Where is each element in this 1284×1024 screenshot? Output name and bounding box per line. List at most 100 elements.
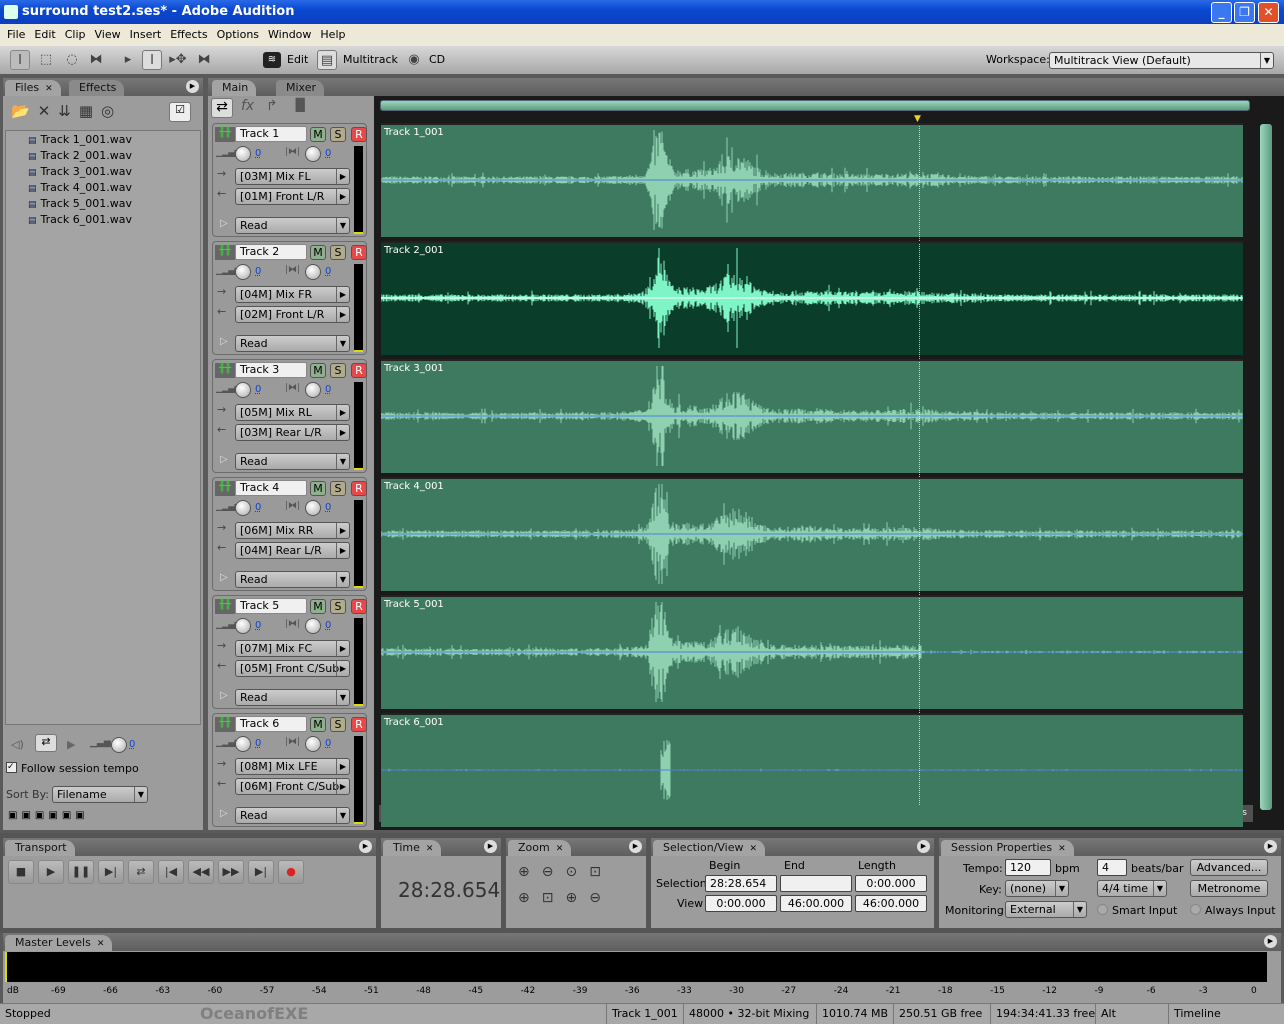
volume-value[interactable]: 0 [255, 384, 261, 395]
expand-automation-icon[interactable]: ▷ [220, 218, 228, 229]
volume-knob[interactable] [235, 146, 251, 162]
track-output-dropdown[interactable]: [03M] Rear L/R ▶ [235, 424, 350, 441]
zoom-out-vertical-icon[interactable]: ⊖ [589, 890, 613, 906]
workspace-dropdown[interactable]: Multitrack View (Default) ▼ [1049, 52, 1274, 69]
pan-knob[interactable] [305, 500, 321, 516]
mute-button[interactable]: M [310, 717, 326, 732]
volume-knob[interactable] [235, 264, 251, 280]
inputs-outputs-icon[interactable]: ⇄ [211, 98, 233, 118]
tab-transport[interactable]: Transport [5, 840, 75, 856]
track-input-dropdown[interactable]: [08M] Mix LFE ▶ [235, 758, 350, 775]
selection-begin-field[interactable]: 28:28.654 [705, 875, 777, 892]
always-input-radio[interactable] [1190, 904, 1201, 915]
track-input-dropdown[interactable]: [03M] Mix FL ▶ [235, 168, 350, 185]
play-from-cursor-button[interactable]: ▶| [98, 860, 124, 884]
vertical-scrollbar[interactable] [1260, 124, 1272, 810]
edit-view-icon[interactable]: ≋ [263, 52, 281, 68]
zoom-out-horizontal-icon[interactable]: ⊖ [542, 864, 566, 880]
zoom-left-icon[interactable]: ⊕ [518, 890, 542, 906]
scrub-tool-icon[interactable]: ⧓ [86, 50, 106, 70]
menu-view[interactable]: View [93, 28, 123, 41]
open-file-icon[interactable]: 📂 [11, 102, 38, 120]
solo-button[interactable]: S [330, 717, 346, 732]
panel-menu-icon[interactable]: ▶ [629, 840, 642, 853]
menu-file[interactable]: File [5, 28, 27, 41]
zoom-full-icon[interactable]: ⊙ [565, 864, 589, 880]
track-output-dropdown[interactable]: [06M] Front C/Sub ▶ [235, 778, 350, 795]
view-length-field[interactable]: 46:00.000 [855, 895, 927, 912]
tab-time[interactable]: Time ✕ [383, 840, 442, 856]
smart-input-radio[interactable] [1097, 904, 1108, 915]
time-signature-dropdown[interactable]: 4/4 time ▼ [1097, 880, 1167, 897]
expand-automation-icon[interactable]: ▷ [220, 808, 228, 819]
filter-midi-icon[interactable]: ▣ [48, 810, 61, 821]
mute-button[interactable]: M [310, 599, 326, 614]
solo-button[interactable]: S [330, 363, 346, 378]
track-clip-lane[interactable]: Track 5_001 [381, 595, 1243, 709]
track-output-dropdown[interactable]: [04M] Rear L/R ▶ [235, 542, 350, 559]
track-input-dropdown[interactable]: [07M] Mix FC ▶ [235, 640, 350, 657]
record-button[interactable]: R [351, 599, 367, 614]
expand-automation-icon[interactable]: ▷ [220, 454, 228, 465]
expand-automation-icon[interactable]: ▷ [220, 572, 228, 583]
close-icon[interactable]: ✕ [97, 939, 105, 949]
file-list-item[interactable]: ▤ Track 1_001.wav [28, 133, 132, 146]
pan-knob[interactable] [305, 382, 321, 398]
filter-loop-icon[interactable]: ▣ [21, 810, 34, 821]
record-button[interactable]: R [351, 127, 367, 142]
solo-button[interactable]: S [330, 245, 346, 260]
filter-audio-icon[interactable]: ▣ [8, 810, 21, 821]
insert-multitrack-icon[interactable]: ⇊ [58, 102, 79, 120]
hybrid-tool-icon[interactable]: I [10, 50, 30, 70]
tab-effects[interactable]: Effects [69, 80, 125, 96]
volume-knob[interactable] [235, 382, 251, 398]
track-clip-lane[interactable]: Track 1_001 [381, 123, 1243, 237]
sends-icon[interactable]: ↱ [266, 98, 278, 114]
menu-clip[interactable]: Clip [63, 28, 88, 41]
pan-value[interactable]: 0 [325, 620, 331, 631]
track-input-dropdown[interactable]: [06M] Mix RR ▶ [235, 522, 350, 539]
horizontal-scroll-overview[interactable] [380, 100, 1250, 111]
advanced-button[interactable]: Advanced... [1190, 859, 1268, 876]
metronome-button[interactable]: Metronome [1190, 880, 1268, 897]
track-name-field[interactable]: Track 6 [235, 716, 307, 732]
solo-button[interactable]: S [330, 127, 346, 142]
track-input-dropdown[interactable]: [04M] Mix FR ▶ [235, 286, 350, 303]
maximize-button[interactable]: ❐ [1234, 2, 1255, 23]
file-list-item[interactable]: ▤ Track 2_001.wav [28, 149, 132, 162]
follow-tempo-checkbox[interactable]: ✓ [6, 762, 17, 773]
volume-knob[interactable] [235, 618, 251, 634]
tab-session-properties[interactable]: Session Properties ✕ [941, 840, 1074, 856]
track-output-dropdown[interactable]: [05M] Front C/Sub ▶ [235, 660, 350, 677]
move-copy-tool-icon[interactable]: ▸✥ [168, 50, 188, 70]
lasso-tool-icon[interactable]: ◌ [62, 50, 82, 70]
view-begin-field[interactable]: 0:00.000 [705, 895, 777, 912]
edit-view-button[interactable]: Edit [287, 50, 308, 70]
pan-knob[interactable] [305, 146, 321, 162]
record-button[interactable]: R [351, 717, 367, 732]
track-output-dropdown[interactable]: [01M] Front L/R ▶ [235, 188, 350, 205]
track-output-dropdown[interactable]: [02M] Front L/R ▶ [235, 306, 350, 323]
pause-button[interactable]: ❚❚ [68, 860, 94, 884]
pan-value[interactable]: 0 [325, 502, 331, 513]
automation-mode-dropdown[interactable]: Read ▼ [235, 335, 350, 352]
go-to-end-button[interactable]: ▶| [248, 860, 274, 884]
menu-window[interactable]: Window [266, 28, 313, 41]
tab-zoom[interactable]: Zoom ✕ [508, 840, 572, 856]
cd-view-icon[interactable]: ◉ [404, 50, 424, 70]
volume-value[interactable]: 0 [255, 502, 261, 513]
track-name-field[interactable]: Track 5 [235, 598, 307, 614]
fast-forward-button[interactable]: ▶▶ [218, 860, 244, 884]
pan-knob[interactable] [305, 736, 321, 752]
track-name-field[interactable]: Track 3 [235, 362, 307, 378]
key-dropdown[interactable]: (none) ▼ [1005, 880, 1069, 897]
scrub-clip-tool-icon[interactable]: ⧓ [194, 50, 214, 70]
panel-menu-icon[interactable]: ▶ [484, 840, 497, 853]
marquee-tool-icon[interactable]: ⬚ [36, 50, 56, 70]
play-icon[interactable]: ▶ [67, 738, 75, 751]
panel-menu-icon[interactable]: ▶ [359, 840, 372, 853]
menu-help[interactable]: Help [318, 28, 347, 41]
selection-end-field[interactable] [780, 875, 852, 892]
track-name-field[interactable]: Track 4 [235, 480, 307, 496]
record-button[interactable]: ● [278, 860, 304, 884]
